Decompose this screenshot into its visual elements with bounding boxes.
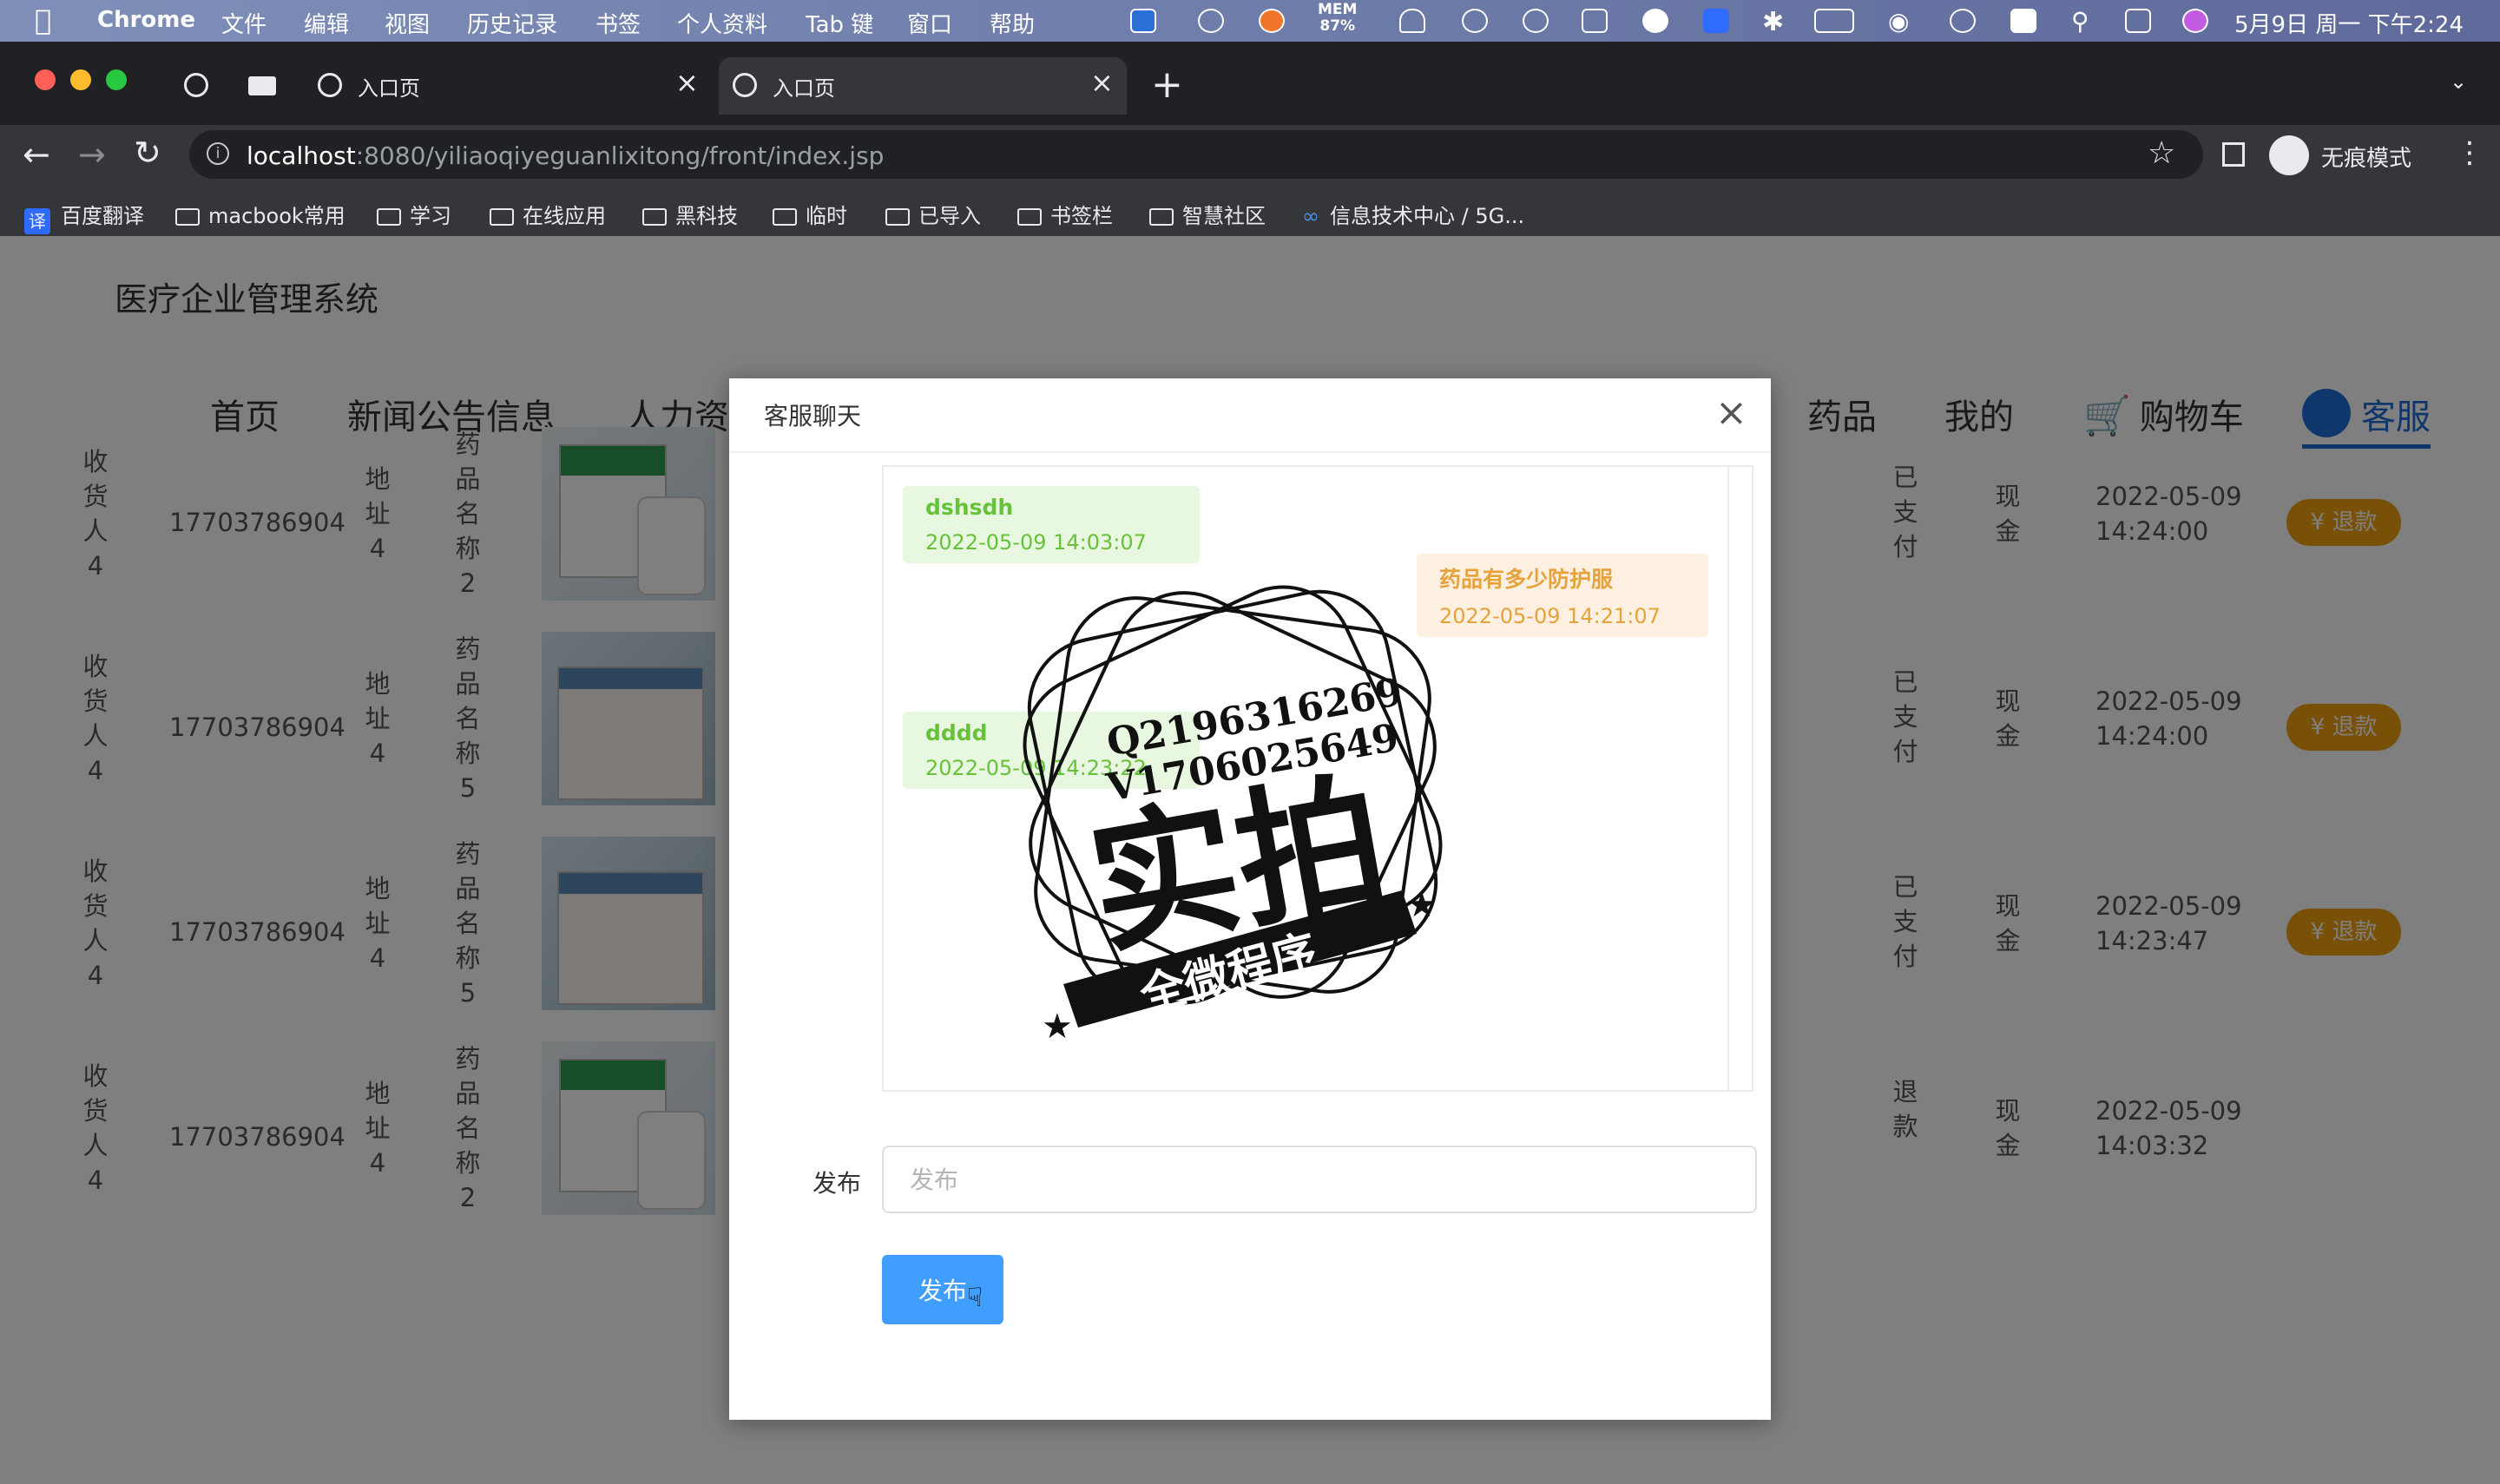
bluetooth-icon[interactable]: ✱ [1762, 7, 1784, 37]
tab-entry-page-2[interactable]: 入口页 × [719, 57, 1127, 115]
window-zoom-button[interactable] [106, 69, 127, 90]
tab-search-chevron-icon[interactable]: ⌄ [2450, 69, 2467, 94]
bookmark-folder-temp[interactable]: 临时 [773, 199, 847, 229]
bookmark-folder-study[interactable]: 学习 [377, 199, 451, 229]
wifi-icon[interactable]: ◉ [1888, 7, 1909, 36]
browser-toolbar: ← → ↻ i localhost:8080/yiliaoqiyeguanlix… [0, 125, 2500, 189]
bookmark-baidu-translate[interactable]: 译百度翻译 [24, 199, 144, 234]
globe-icon [318, 73, 342, 97]
infinity-icon: ∞ [1302, 204, 1319, 228]
folder-icon [642, 208, 667, 226]
bookmark-star-icon[interactable]: ☆ [2148, 135, 2175, 171]
reload-button[interactable]: ↻ [134, 134, 161, 172]
meeting-icon[interactable] [1198, 9, 1224, 33]
profile-label: 无痕模式 [2321, 146, 2412, 172]
play-icon[interactable] [1523, 9, 1549, 33]
folder-icon [490, 208, 514, 226]
tab-pinned-2[interactable] [236, 57, 288, 115]
control-center-icon[interactable] [2125, 9, 2151, 33]
tab-close-icon[interactable]: × [675, 66, 699, 99]
globe-icon [733, 73, 757, 97]
dialog-header: 客服聊天 × [729, 378, 1771, 453]
menu-app-name[interactable]: Chrome [97, 7, 195, 33]
bookmark-folder-macbook[interactable]: macbook常用 [175, 199, 345, 229]
battery-icon[interactable] [1814, 9, 1854, 33]
post-button[interactable]: 发布 [882, 1255, 1003, 1324]
siri-icon[interactable] [2182, 9, 2208, 33]
back-button[interactable]: ← [23, 135, 50, 174]
bookmark-folder-online-apps[interactable]: 在线应用 [490, 199, 606, 229]
window-close-button[interactable] [35, 69, 56, 90]
wps-icon[interactable] [1130, 9, 1156, 33]
apple-icon[interactable]:  [35, 3, 51, 36]
star-icon: ★ [1042, 1007, 1073, 1047]
info-icon[interactable]: i [207, 142, 229, 165]
tab-close-icon[interactable]: × [1090, 66, 1114, 99]
tab-entry-page-1[interactable]: 入口页 × [304, 57, 712, 115]
message-input[interactable] [882, 1146, 1757, 1213]
menu-history[interactable]: 历史记录 [467, 7, 557, 39]
bookmark-folder-imported[interactable]: 已导入 [885, 199, 981, 229]
incognito-icon [2269, 135, 2309, 175]
macos-menubar:  Chrome 文件 编辑 视图 历史记录 书签 个人资料 Tab 键 窗口 … [0, 0, 2500, 42]
bookmark-folder-bookmarks-bar[interactable]: 书签栏 [1017, 199, 1113, 229]
customer-service-dialog: 客服聊天 × dshsdh 2022-05-09 14:03:07 药品有多少防… [729, 378, 1771, 1420]
translate-icon: 译 [24, 208, 50, 234]
display-icon[interactable] [1703, 9, 1729, 33]
tab-title: 入口页 [773, 76, 835, 101]
app-icon[interactable] [1642, 9, 1668, 33]
address-bar[interactable]: i localhost:8080/yiliaoqiyeguanlixitong/… [189, 130, 2203, 179]
dialog-title: 客服聊天 [764, 402, 862, 430]
window-icon [248, 76, 276, 95]
menu-window[interactable]: 窗口 [907, 7, 952, 39]
menu-file[interactable]: 文件 [221, 7, 266, 39]
menubar-clock[interactable]: 5月9日 周一 下午2:24 [2234, 7, 2464, 39]
star-icon: ★ [1406, 885, 1438, 925]
forward-button[interactable]: → [78, 135, 106, 174]
folder-icon [773, 208, 797, 226]
folder-icon [1149, 208, 1174, 226]
folder-icon [175, 208, 200, 226]
menu-profile[interactable]: 个人资料 [677, 7, 767, 39]
password-icon[interactable] [1462, 9, 1488, 33]
bookmark-info-center[interactable]: ∞ 信息技术中心 / 5G... [1302, 199, 1524, 229]
window-minimize-button[interactable] [70, 69, 91, 90]
spotlight-icon[interactable]: ⚲ [2071, 7, 2089, 36]
form-label-post: 发布 [812, 1169, 862, 1198]
bookmark-folder-tech[interactable]: 黑科技 [642, 199, 738, 229]
tab-title: 入口页 [358, 76, 420, 101]
globe-icon [184, 73, 208, 97]
menu-tab[interactable]: Tab 键 [806, 7, 873, 39]
menu-edit[interactable]: 编辑 [304, 7, 349, 39]
windows-icon[interactable] [1582, 9, 1608, 33]
new-tab-button[interactable]: + [1151, 62, 1183, 107]
watermark-stamp: Q2196316269 V1706025649 实拍 全微程序 ★ ★ [1023, 585, 1443, 1047]
menu-help[interactable]: 帮助 [990, 7, 1035, 39]
bookmark-folder-smart-community[interactable]: 智慧社区 [1149, 199, 1266, 229]
folder-icon [1017, 208, 1042, 226]
bell-icon[interactable] [1399, 9, 1425, 33]
tool-icon[interactable] [1259, 9, 1285, 33]
menu-bookmarks[interactable]: 书签 [595, 7, 641, 39]
user-icon[interactable] [1950, 9, 1976, 33]
tab-pinned-1[interactable] [170, 57, 222, 115]
hand-cursor-icon: ☟ [967, 1283, 984, 1313]
dialog-close-icon[interactable]: × [1715, 391, 1747, 435]
more-menu-icon[interactable]: ⋮ [2455, 135, 2484, 170]
mem-indicator[interactable]: MEM 87% [1318, 2, 1357, 35]
folder-icon [885, 208, 910, 226]
folder-icon [377, 208, 401, 226]
menu-view[interactable]: 视图 [385, 7, 430, 39]
incognito-profile-button[interactable]: 无痕模式 [2269, 134, 2429, 177]
input-source-icon[interactable] [2010, 9, 2036, 33]
bookmarks-bar: 译百度翻译 macbook常用 学习 在线应用 黑科技 临时 已导入 书签栏 智… [0, 182, 2500, 236]
chat-scrollbar[interactable] [1727, 467, 1752, 1090]
side-panel-icon[interactable] [2222, 142, 2245, 167]
url-text: localhost:8080/yiliaoqiyeguanlixitong/fr… [247, 141, 885, 170]
